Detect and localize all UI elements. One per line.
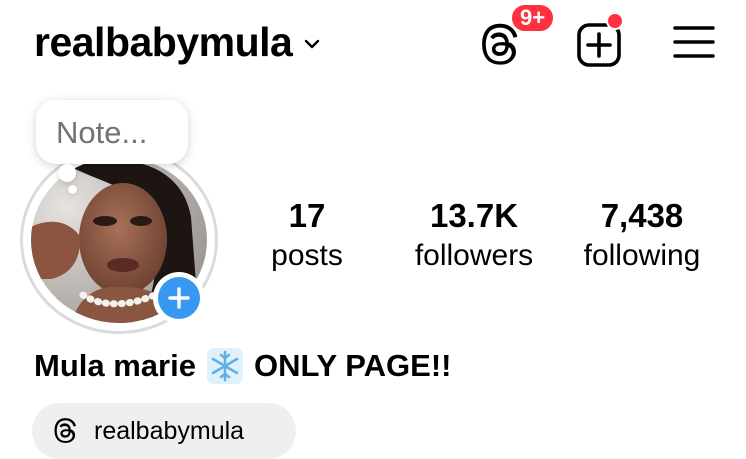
threads-icon bbox=[54, 418, 76, 443]
new-activity-dot bbox=[606, 12, 624, 30]
profile-header: realbabymula 9+ bbox=[0, 0, 746, 90]
add-story-button[interactable] bbox=[153, 272, 205, 324]
display-name-text: Mula marie bbox=[34, 348, 196, 383]
note-placeholder: Note... bbox=[56, 115, 148, 150]
stat-followers[interactable]: 13.7K followers bbox=[400, 196, 548, 276]
hamburger-menu-icon[interactable] bbox=[672, 22, 716, 62]
following-label: following bbox=[583, 239, 701, 272]
profile-display-name: Mula marie ONLY PAGE!! bbox=[34, 346, 451, 386]
stat-posts[interactable]: 17 posts bbox=[256, 196, 358, 276]
threads-profile-link[interactable]: realbabymula bbox=[32, 403, 296, 459]
note-bubble[interactable]: Note... bbox=[36, 100, 188, 164]
followers-label: followers bbox=[414, 239, 534, 272]
following-count: 7,438 bbox=[600, 197, 684, 234]
note-tail-dot-small bbox=[68, 185, 77, 194]
posts-label: posts bbox=[271, 239, 343, 272]
snowflake-icon bbox=[206, 348, 243, 384]
posts-count: 17 bbox=[288, 197, 326, 234]
plus-icon bbox=[158, 277, 200, 319]
profile-username: realbabymula bbox=[34, 19, 293, 65]
account-switcher[interactable]: realbabymula bbox=[34, 16, 322, 68]
stat-following[interactable]: 7,438 following bbox=[568, 196, 716, 276]
chevron-down-icon bbox=[305, 39, 320, 49]
bio-tagline: ONLY PAGE!! bbox=[253, 348, 452, 383]
followers-count: 13.7K bbox=[429, 197, 519, 234]
threads-username: realbabymula bbox=[94, 417, 245, 445]
notification-badge: 9+ bbox=[509, 2, 557, 34]
note-tail-dot bbox=[58, 164, 76, 182]
